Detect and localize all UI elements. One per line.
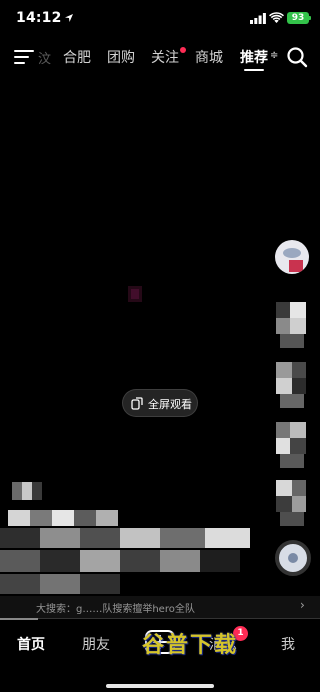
tab-following[interactable]: 关注 <box>151 47 179 67</box>
music-disc-icon[interactable] <box>275 540 311 576</box>
status-time: 14:12 <box>16 10 62 26</box>
tab-home[interactable]: 首页 <box>17 634 45 654</box>
top-nav: 汶 合肥 团购 关注 商城 推荐 ≑ <box>0 38 320 76</box>
tab-hefei[interactable]: 合肥 <box>63 47 91 67</box>
tab-friends[interactable]: 朋友 <box>82 634 110 654</box>
swap-icon: ≑ <box>270 50 279 61</box>
like-button[interactable] <box>276 302 308 350</box>
video-frame-artifact <box>128 286 142 302</box>
author-name[interactable] <box>12 482 42 500</box>
battery-cap <box>309 16 311 20</box>
tab-recommend[interactable]: 推荐 <box>240 47 268 67</box>
caption-line-1 <box>8 510 118 526</box>
fullscreen-icon <box>131 397 143 410</box>
active-tab-underline <box>244 69 264 71</box>
tab-group-buy[interactable]: 团购 <box>107 47 135 67</box>
related-search-text[interactable]: 大搜索：g……队搜索擅举hero全队 <box>36 600 195 615</box>
screen: 14:12 93 汶 合肥 团购 关注 商城 推荐 ≑ 全屏观看 大搜索：g……… <box>0 0 320 692</box>
status-bar: 14:12 93 <box>0 0 320 38</box>
caption-line-3 <box>0 550 240 572</box>
home-indicator <box>106 684 214 688</box>
fullscreen-label: 全屏观看 <box>148 398 192 411</box>
nav-faded-tab[interactable]: 汶 <box>38 48 51 67</box>
tab-mall[interactable]: 商城 <box>195 47 223 67</box>
progress-track[interactable] <box>0 618 320 619</box>
video-player[interactable]: 全屏观看 <box>0 76 320 596</box>
tab-me[interactable]: 我 <box>281 634 295 654</box>
author-avatar[interactable] <box>275 240 309 274</box>
share-button[interactable] <box>276 480 308 528</box>
battery-icon: 93 <box>287 12 309 24</box>
signal-icon <box>250 13 266 24</box>
chevron-right-icon[interactable]: › <box>300 598 305 612</box>
fullscreen-button[interactable]: 全屏观看 <box>122 389 198 417</box>
favorite-button[interactable] <box>276 422 308 470</box>
comment-button[interactable] <box>276 362 308 410</box>
search-icon[interactable] <box>286 46 308 68</box>
wifi-icon <box>269 12 284 23</box>
caption-line-4 <box>0 574 120 594</box>
following-notification-dot <box>180 47 186 53</box>
caption-line-2 <box>0 528 250 548</box>
menu-icon[interactable] <box>14 48 34 64</box>
watermark-logo: 谷普下载 <box>142 633 239 658</box>
location-arrow-icon <box>65 14 73 22</box>
